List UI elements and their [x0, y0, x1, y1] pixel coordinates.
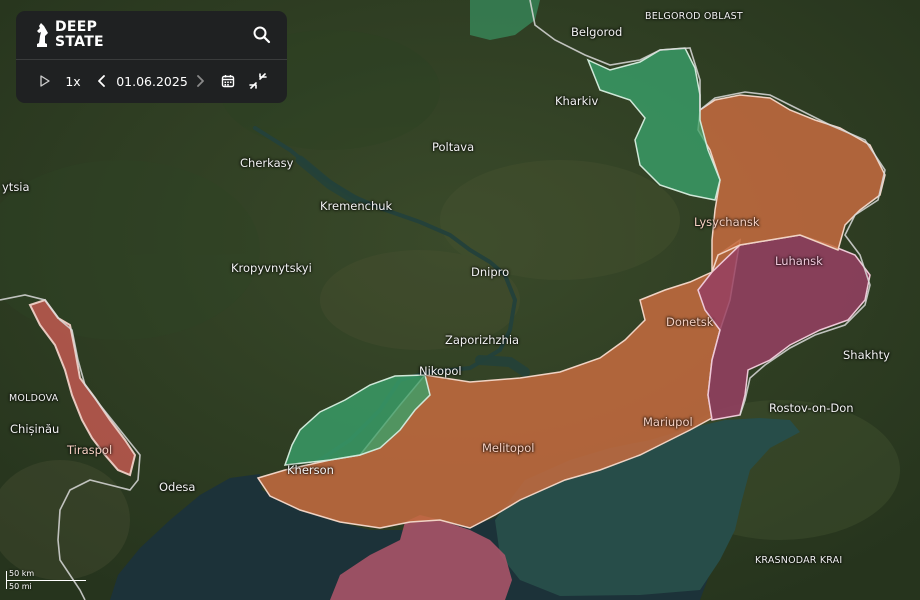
date-display[interactable]: 01.06.2025 — [116, 70, 188, 92]
label-tiraspol: Tiraspol — [67, 443, 113, 457]
label-belgorod-oblast: BELGOROD OBLAST — [645, 11, 743, 22]
collapse-icon — [249, 73, 267, 89]
label-rostov: Rostov-on-Don — [769, 401, 854, 415]
speed-label: 1x — [65, 73, 81, 89]
search-button[interactable] — [251, 24, 273, 46]
label-zaporizhzhia: Zaporizhzhia — [445, 333, 520, 347]
chevron-left-icon — [98, 75, 105, 87]
scale-bar: 50 km 50 mi — [6, 569, 86, 593]
scale-tick-mi — [6, 580, 7, 589]
scale-tick-km — [6, 571, 7, 580]
compare-button[interactable] — [247, 70, 269, 92]
label-odesa: Odesa — [159, 480, 196, 494]
label-poltava: Poltava — [432, 140, 475, 154]
logo-text-line1: DEEP — [55, 19, 98, 35]
timeline-controls: 1x 01.06.2025 — [16, 70, 287, 92]
calendar-button[interactable] — [219, 70, 237, 92]
label-shakhty: Shakhty — [843, 348, 890, 362]
scale-km-label: 50 km — [9, 569, 35, 578]
label-nikopol: Nikopol — [419, 364, 462, 378]
label-moldova: MOLDOVA — [9, 393, 59, 404]
label-luhansk: Luhansk — [775, 254, 823, 268]
speed-button[interactable]: 1x — [63, 70, 83, 92]
label-belgorod: Belgorod — [571, 25, 623, 39]
play-button[interactable] — [36, 70, 54, 92]
label-chisinau: Chișinău — [10, 422, 60, 436]
label-donetsk: Donetsk — [666, 315, 714, 329]
label-mariupol: Mariupol — [643, 415, 693, 429]
label-melitopol: Melitopol — [482, 441, 535, 455]
logo[interactable]: DEEP STATE — [34, 20, 104, 50]
calendar-icon — [221, 75, 235, 88]
control-panel: DEEP STATE 1x 01.06.2025 — [16, 11, 287, 103]
label-kharkiv: Kharkiv — [555, 94, 599, 108]
label-vinnytsia: ytsia — [2, 180, 30, 194]
label-cherkasy: Cherkasy — [240, 156, 294, 170]
panel-divider — [16, 59, 287, 60]
play-icon — [40, 75, 50, 87]
date-label: 01.06.2025 — [116, 73, 188, 89]
logo-icon — [37, 23, 48, 47]
label-lysychansk: Lysychansk — [694, 215, 760, 229]
label-dnipro: Dnipro — [471, 265, 510, 279]
chevron-right-icon — [197, 75, 204, 87]
label-kherson: Kherson — [287, 463, 334, 477]
label-krasnodar: KRASNODAR KRAI — [755, 555, 843, 566]
scale-line — [6, 580, 86, 581]
scale-mi-label: 50 mi — [9, 582, 32, 591]
search-icon — [253, 26, 271, 44]
label-kremenchuk: Kremenchuk — [320, 199, 393, 213]
prev-date-button[interactable] — [94, 70, 110, 92]
label-kropyvnytskyi: Kropyvnytskyi — [231, 261, 312, 275]
next-date-button[interactable] — [192, 70, 208, 92]
logo-text-line2: STATE — [55, 34, 104, 50]
